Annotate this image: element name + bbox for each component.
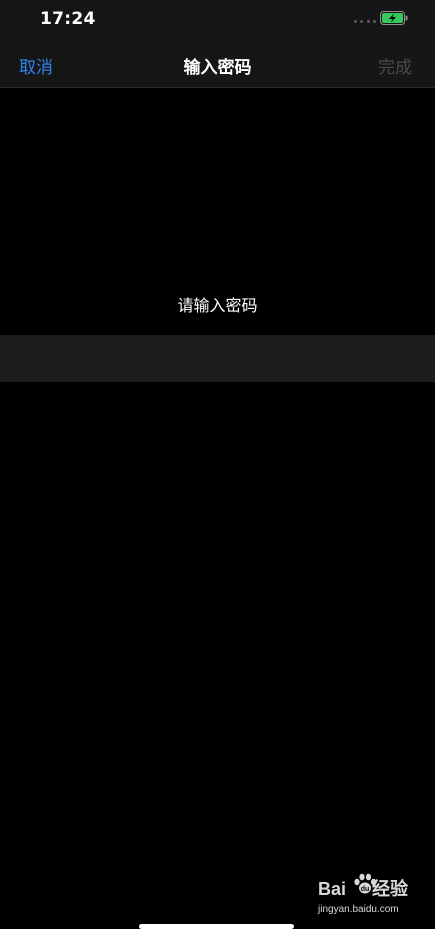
watermark-url: jingyan.baidu.com [318, 904, 399, 915]
status-time: 17:24 [40, 9, 96, 29]
page-title: 输入密码 [183, 58, 252, 78]
baidu-paw-icon: du [354, 873, 377, 894]
battery-charging-icon [380, 11, 408, 25]
password-input-field[interactable] [0, 335, 435, 382]
signal-dots-icon [354, 20, 376, 24]
password-entry-area: 请输入密码 [0, 88, 435, 335]
watermark-brand-left: Bai [318, 879, 347, 899]
home-indicator[interactable] [139, 924, 294, 929]
navigation-bar: 取消 输入密码 完成 [0, 40, 435, 88]
baidu-jingyan-watermark: Bai 经验 du jingyan.baidu.com [318, 873, 418, 920]
status-bar: 17:24 [0, 0, 435, 40]
done-button[interactable]: 完成 [378, 53, 412, 78]
password-prompt: 请输入密码 [177, 296, 258, 315]
svg-text:du: du [361, 886, 370, 893]
